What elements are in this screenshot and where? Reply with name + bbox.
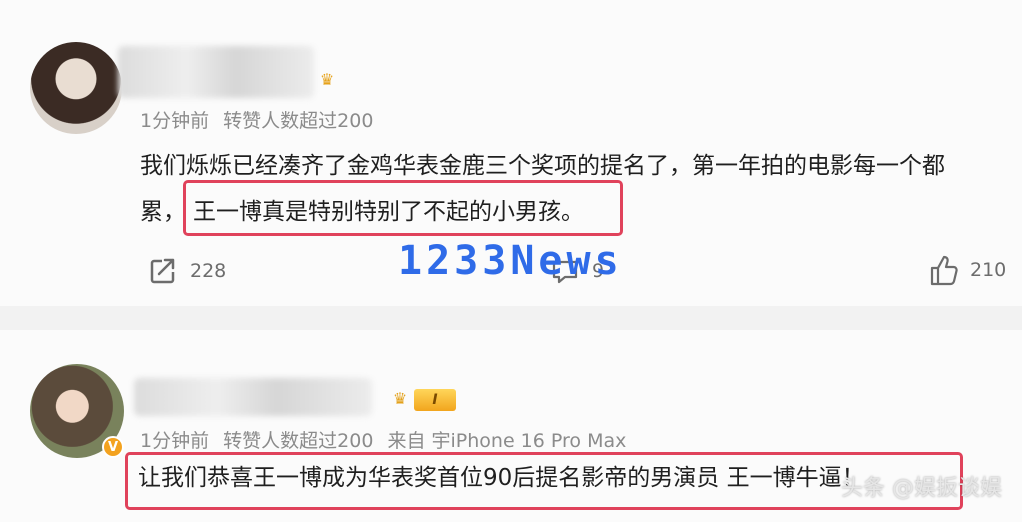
comment-time: 1分钟前 [140, 430, 210, 452]
share-icon [150, 258, 175, 284]
blurred-username[interactable] [118, 46, 314, 98]
like-count: 210 [970, 259, 1007, 281]
comment-card-1: ♛ 1分钟前 转赞人数超过200 我们烁烁已经凑齐了金鸡华表金鹿三个奖项的提名了… [0, 0, 1022, 306]
verified-badge: V [102, 436, 124, 458]
comment-source: 来自 宇iPhone 16 Pro Max [387, 430, 627, 452]
comment-meta: 1分钟前 转赞人数超过200 来自 宇iPhone 16 Pro Max [140, 426, 634, 453]
watermark-text: 1233News [398, 238, 623, 284]
comment-stat: 转赞人数超过200 [223, 430, 374, 452]
comment-stat: 转赞人数超过200 [223, 110, 374, 132]
share-count: 228 [190, 260, 227, 282]
crown-icon: ♛ [319, 69, 335, 89]
corner-watermark: 头条 @娱扳谈娱 [841, 476, 1002, 501]
blurred-username[interactable] [134, 378, 372, 416]
comment-time: 1分钟前 [140, 110, 210, 132]
crown-icon: ♛ [392, 388, 408, 408]
comment-card-2: V ♛ I 1分钟前 转赞人数超过200 来自 宇iPhone 16 Pro M… [0, 330, 1022, 522]
share-button[interactable]: 228 [148, 256, 226, 286]
highlight-box [183, 180, 623, 236]
comment-text-line-1: 我们烁烁已经凑齐了金鸡华表金鹿三个奖项的提名了，第一年拍的电影每一个都 [140, 153, 945, 179]
comment-text-prefix: 累， [140, 199, 186, 225]
thumbs-up-icon [930, 255, 958, 286]
user-avatar[interactable] [30, 42, 122, 134]
rank-badge: I [414, 389, 456, 411]
like-button[interactable]: 210 [928, 254, 1006, 286]
comment-meta: 1分钟前 转赞人数超过200 [140, 106, 381, 133]
highlight-box [125, 452, 963, 510]
